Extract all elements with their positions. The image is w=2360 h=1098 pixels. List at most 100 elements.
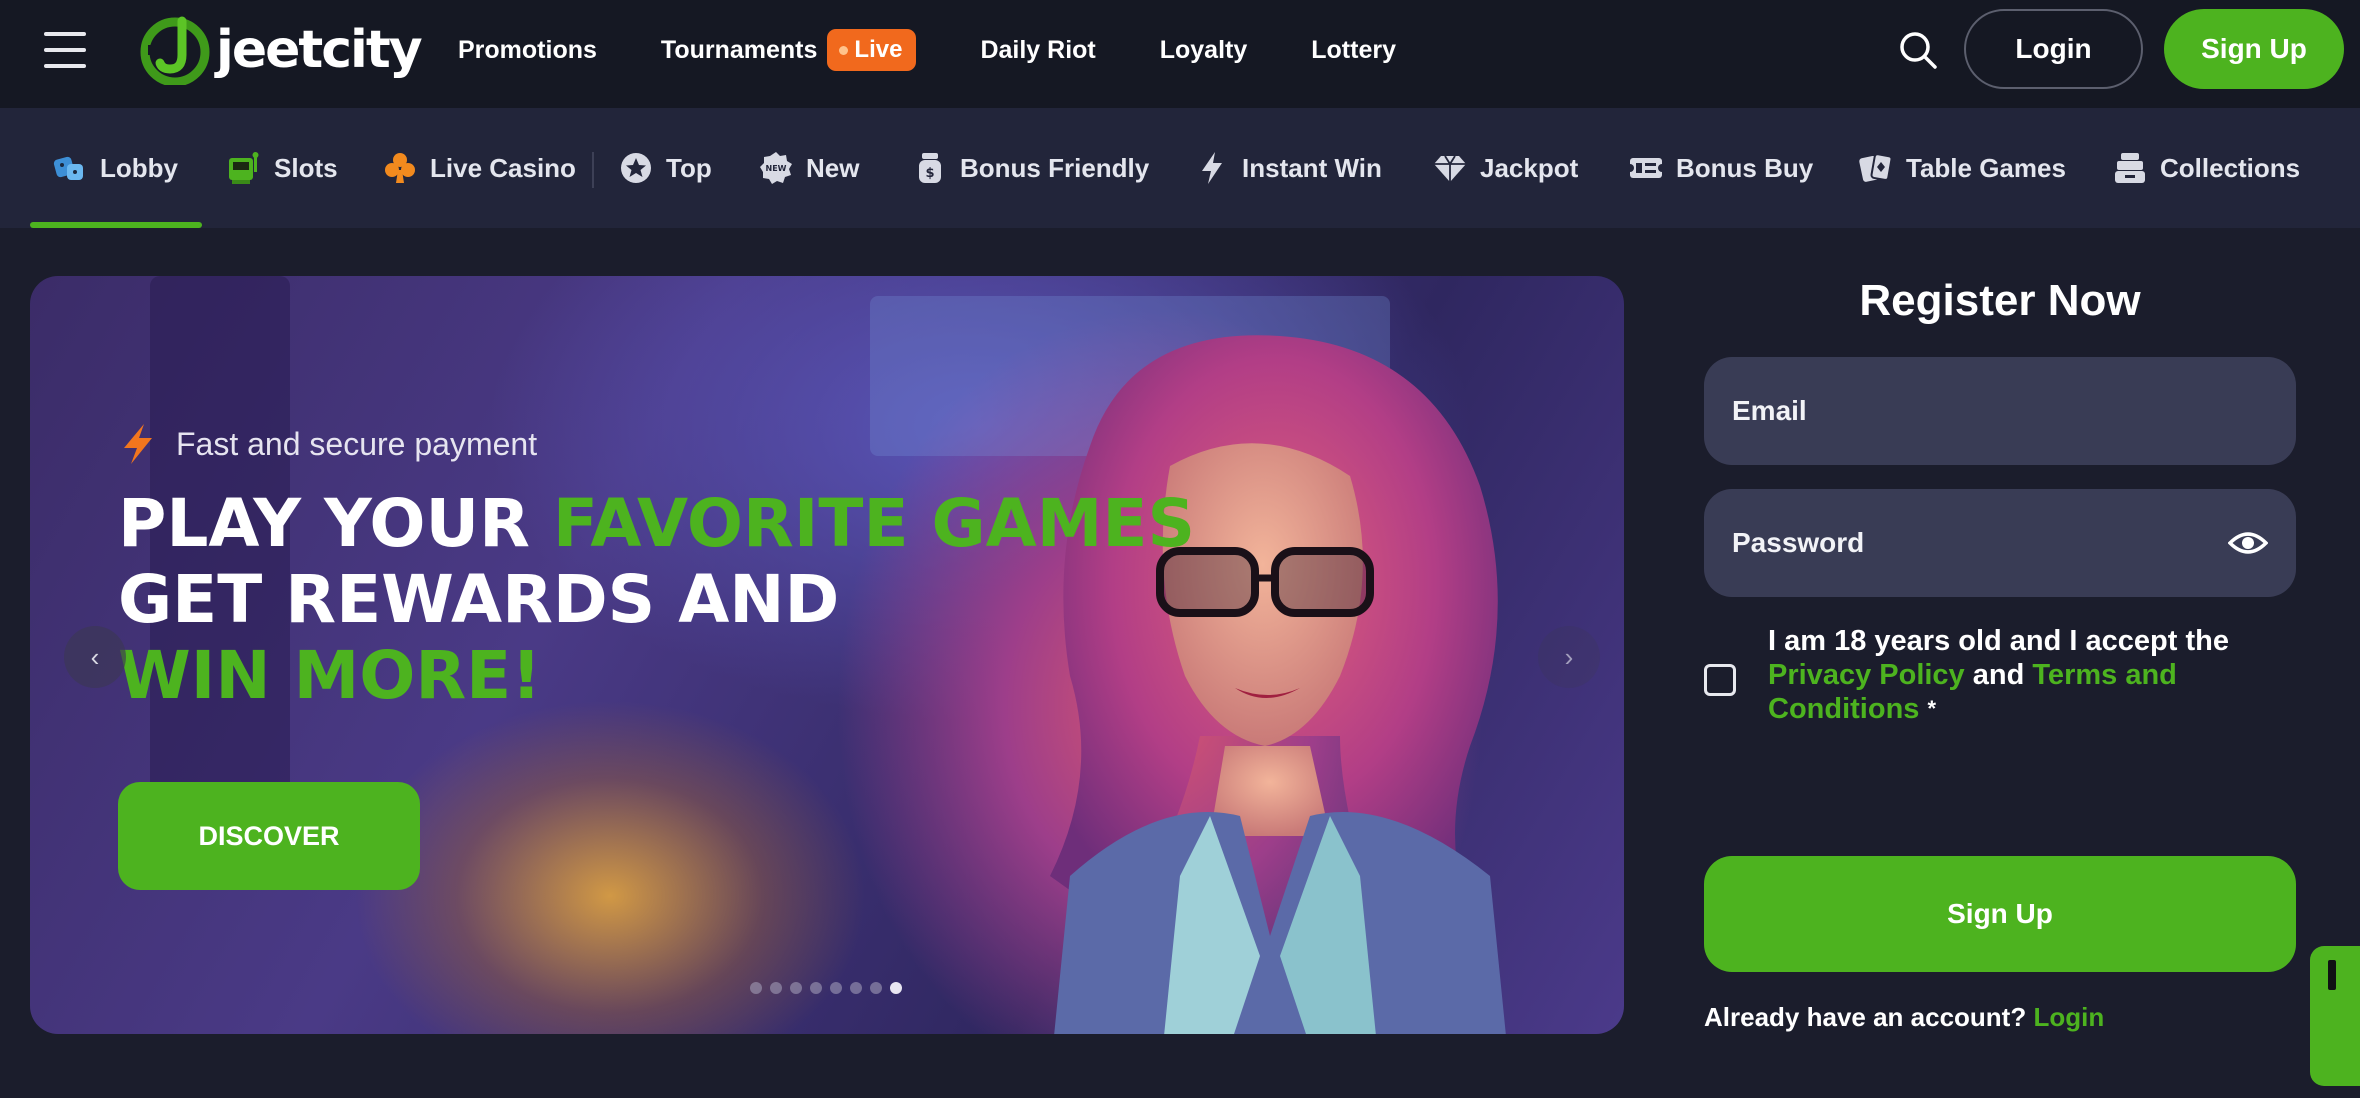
hero-banner[interactable]: Fast and secure payment PLAY YOUR FAVORI… — [30, 276, 1624, 1034]
email-input[interactable] — [1732, 395, 2192, 427]
live-badge-label: Live — [854, 36, 903, 63]
active-category-indicator — [30, 222, 202, 228]
discover-button[interactable]: DISCOVER — [118, 782, 420, 890]
nav-label: Promotions — [458, 35, 597, 64]
signup-submit-button[interactable]: Sign Up — [1704, 856, 2296, 972]
password-input[interactable] — [1732, 527, 2192, 559]
category-lobby[interactable]: Lobby — [52, 108, 178, 228]
nav-label: Loyalty — [1159, 35, 1248, 64]
nav-tournaments[interactable]: Tournaments Live — [661, 29, 917, 71]
terms-text: I am 18 years old and I accept the Priva… — [1768, 624, 2288, 726]
slot-machine-icon — [229, 152, 259, 184]
carousel-dot[interactable] — [890, 982, 902, 994]
login-link[interactable]: Login — [2033, 1002, 2104, 1032]
register-title: Register Now — [1859, 276, 2141, 325]
category-label: Lobby — [100, 152, 178, 183]
hero-tagline: Fast and secure payment — [118, 422, 1195, 466]
new-badge-icon: NEW — [760, 152, 792, 184]
widget-accent-icon — [2328, 960, 2336, 990]
nav-promotions[interactable]: Promotions — [458, 36, 597, 65]
nav-lottery[interactable]: Lottery — [1311, 36, 1396, 65]
brand-logo[interactable]: jeetcity — [140, 14, 423, 86]
category-instant-win[interactable]: Instant Win — [1194, 108, 1382, 228]
carousel-dot[interactable] — [810, 982, 822, 994]
diamond-icon — [1434, 155, 1466, 182]
category-collections[interactable]: Collections — [2112, 108, 2300, 228]
lightning-icon — [1202, 152, 1222, 184]
top-header: jeetcity Promotions Tournaments Live Dai… — [0, 0, 2360, 108]
carousel-pagination — [750, 982, 902, 994]
carousel-prev-arrow-icon[interactable]: ‹ — [64, 626, 126, 688]
cards-icon — [1859, 153, 1893, 182]
category-new[interactable]: NEW New — [758, 108, 859, 228]
category-table-games[interactable]: Table Games — [1858, 108, 2066, 228]
terms-and: and — [1972, 659, 2025, 691]
live-badge: Live — [827, 29, 917, 71]
password-field[interactable] — [1704, 489, 2296, 597]
carousel-dot[interactable] — [750, 982, 762, 994]
dice-icon — [53, 156, 83, 180]
hero-content: Fast and secure payment PLAY YOUR FAVORI… — [118, 422, 1195, 714]
carousel-dot[interactable] — [830, 982, 842, 994]
category-divider — [592, 152, 594, 188]
carousel-dot[interactable] — [770, 982, 782, 994]
top-navigation: Promotions Tournaments Live Daily Riot L… — [458, 0, 1460, 100]
hero-headline-part: PLAY YOUR — [118, 485, 553, 562]
register-panel: Register Now I am 18 years old and I acc… — [1704, 276, 2296, 1032]
svg-text:$: $ — [925, 166, 934, 181]
live-dot-icon — [839, 45, 849, 55]
header-signup-button[interactable]: Sign Up — [2164, 9, 2344, 89]
required-mark: * — [1927, 696, 1937, 721]
category-label: Live Casino — [430, 152, 576, 183]
side-promo-widget[interactable] — [2310, 946, 2360, 1086]
svg-text:NEW: NEW — [766, 164, 787, 173]
carousel-dot[interactable] — [790, 982, 802, 994]
show-password-eye-icon[interactable] — [2228, 525, 2268, 561]
stack-icon — [2115, 153, 2145, 183]
email-field[interactable] — [1704, 357, 2296, 465]
nav-label: Lottery — [1311, 35, 1396, 64]
category-slots[interactable]: Slots — [226, 108, 338, 228]
login-prompt-text: Already have an account? — [1704, 1002, 2027, 1032]
terms-checkbox[interactable] — [1704, 664, 1736, 696]
category-live-casino[interactable]: Live Casino — [382, 108, 576, 228]
club-icon — [385, 153, 415, 183]
ticket-icon — [1628, 158, 1664, 178]
category-label: New — [806, 152, 860, 183]
nav-label: Daily Riot — [980, 35, 1096, 64]
category-label: Slots — [274, 152, 338, 183]
hero-headline-highlight: FAVORITE GAMES — [552, 485, 1196, 562]
category-bonus-buy[interactable]: Bonus Buy — [1628, 108, 1813, 228]
hero-headline: PLAY YOUR FAVORITE GAMES GET REWARDS AND… — [118, 486, 1195, 714]
login-prompt: Already have an account? Login — [1704, 1002, 2104, 1033]
category-label: Table Games — [1906, 152, 2066, 183]
lightning-icon — [124, 424, 152, 464]
category-label: Bonus Buy — [1676, 152, 1814, 183]
money-jar-icon: $ — [919, 153, 941, 183]
category-bar: Lobby Slots Live Casino Top NEW New $ Bo… — [0, 108, 2360, 228]
nav-loyalty[interactable]: Loyalty — [1160, 36, 1248, 65]
hero-headline-highlight: WIN MORE! — [118, 637, 542, 714]
category-jackpot[interactable]: Jackpot — [1432, 108, 1578, 228]
category-label: Instant Win — [1242, 152, 1382, 183]
terms-prefix: I am 18 years old and I accept the — [1768, 625, 2229, 657]
nav-label: Tournaments — [660, 35, 818, 64]
jeetcity-logo-icon — [140, 16, 210, 85]
category-label: Bonus Friendly — [960, 152, 1150, 183]
hero-headline-part: GET REWARDS AND — [118, 561, 840, 638]
hamburger-menu-icon[interactable] — [44, 32, 86, 68]
privacy-policy-link[interactable]: Privacy Policy — [1768, 659, 1965, 691]
category-label: Collections — [2160, 152, 2301, 183]
login-button[interactable]: Login — [1964, 9, 2143, 89]
category-bonus-friendly[interactable]: $ Bonus Friendly — [912, 108, 1149, 228]
carousel-dot[interactable] — [850, 982, 862, 994]
carousel-next-arrow-icon[interactable]: › — [1538, 626, 1600, 688]
nav-daily-riot[interactable]: Daily Riot — [980, 36, 1095, 65]
category-label: Jackpot — [1480, 152, 1579, 183]
search-icon[interactable] — [1896, 28, 1940, 72]
hero-tagline-text: Fast and secure payment — [176, 425, 538, 462]
category-label: Top — [666, 152, 712, 183]
category-top[interactable]: Top — [618, 108, 712, 228]
carousel-dot[interactable] — [870, 982, 882, 994]
star-icon — [621, 153, 651, 183]
